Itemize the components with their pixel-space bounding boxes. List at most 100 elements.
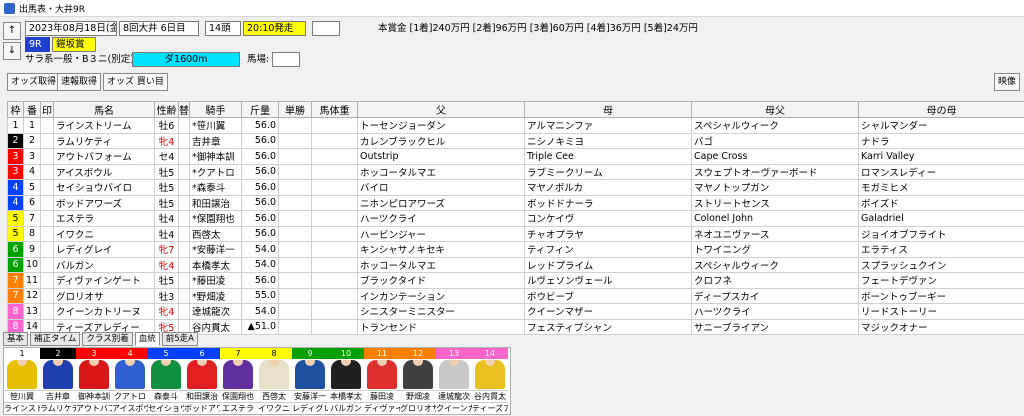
table-row[interactable]: 610バルガン牝4本橋孝太54.0ホッコータルマエレッドプライムスペシャルウィー… — [8, 257, 1024, 273]
cell-jockey: *御神本訓 — [190, 149, 242, 165]
tab-class-finish[interactable]: クラス別着 — [82, 332, 132, 346]
next-race-button[interactable]: ↓ — [3, 42, 21, 60]
silk-card[interactable]: 10本橋孝太バルガン — [328, 348, 364, 416]
cell-umaban: 3 — [24, 149, 41, 165]
cell-umaban: 5 — [24, 180, 41, 196]
cell-dam: ルヴェソンヴェール — [525, 273, 692, 289]
cell-body — [312, 180, 358, 196]
silk-card[interactable]: 9安藤洋一レディグレ — [292, 348, 328, 416]
cell-waku: 2 — [8, 133, 24, 149]
tab-adjusted-time[interactable]: 補正タイム — [30, 332, 80, 346]
video-button[interactable]: 映像 — [994, 73, 1020, 91]
cell-name: アウトバフォーム — [54, 149, 155, 165]
silk-card[interactable]: 6和田譲治ボッドアワ — [184, 348, 220, 416]
tab-last5[interactable]: 前5走A — [162, 332, 198, 346]
tab-basic[interactable]: 基本 — [3, 332, 28, 346]
prize-info: 本賞金 [1着]240万円 [2着]96万円 [3着]60万円 [4着]36万円… — [378, 21, 698, 36]
cell-jockey: *保園翔也 — [190, 211, 242, 227]
col-name[interactable]: 馬名 — [54, 102, 155, 118]
silk-horse-name: エステラ — [220, 402, 256, 414]
col-jockey[interactable]: 騎手 — [190, 102, 242, 118]
col-damsire[interactable]: 母父 — [692, 102, 859, 118]
race-nav: ↑ ↓ — [3, 22, 23, 62]
col-odds[interactable]: 単勝 — [279, 102, 312, 118]
cell-damsire: スウェプトオーヴァーボード — [692, 164, 859, 180]
cell-weight: ▲51.0 — [242, 319, 279, 335]
table-row[interactable]: 711ディヴァインゲート牡5*藤田凌56.0ブラックタイドルヴェソンヴェールクロ… — [8, 273, 1024, 289]
table-row[interactable]: 712グロリオサ牡3*野畑凌55.0インカンテーションボウビーブディープスカイボ… — [8, 288, 1024, 304]
prev-race-button[interactable]: ↑ — [3, 22, 21, 40]
silk-card[interactable]: 1笹川翼ラインスト — [4, 348, 40, 416]
cell-sexage: 牝7 — [155, 242, 179, 258]
jockey-silk-icon — [223, 360, 253, 389]
odds-buy-button[interactable]: オッズ 買い目 — [103, 73, 168, 91]
table-row[interactable]: 46ボッドアワーズ牡5和田譲治56.0ニホンピロアワーズボッドドナーラストリート… — [8, 195, 1024, 211]
silk-card[interactable]: 11藤田凌ディヴァイ — [364, 348, 400, 416]
cell-dam: クイーンマザー — [525, 304, 692, 320]
cell-change — [179, 257, 190, 273]
silk-card[interactable]: 13達城龍次クイーンカ — [436, 348, 472, 416]
cell-dam: アルマニンファ — [525, 118, 692, 134]
cell-name: バルガン — [54, 257, 155, 273]
cell-jockey: *クアトロ — [190, 164, 242, 180]
tab-pedigree[interactable]: 血統 — [135, 332, 160, 346]
silk-number: 2 — [40, 348, 76, 359]
cell-sexage: 牡4 — [155, 211, 179, 227]
cell-umaban: 8 — [24, 226, 41, 242]
cell-umaban: 13 — [24, 304, 41, 320]
cell-waku: 1 — [8, 118, 24, 134]
col-body[interactable]: 馬体重 — [312, 102, 358, 118]
jockey-silk-icon — [187, 360, 217, 389]
table-row[interactable]: 22ラムリケティ牝4吉井章56.0カレンブラックヒルニシノキミヨバゴナドラ — [8, 133, 1024, 149]
cell-body — [312, 211, 358, 227]
cell-sire: ニホンピロアワーズ — [358, 195, 525, 211]
col-weight[interactable]: 斤量 — [242, 102, 279, 118]
silk-card[interactable]: 4クアトロアイスボウ — [112, 348, 148, 416]
silk-number: 3 — [76, 348, 112, 359]
cell-odds — [279, 257, 312, 273]
cell-change — [179, 149, 190, 165]
silk-card[interactable]: 14谷内貫太ティーズア — [472, 348, 508, 416]
cell-body — [312, 226, 358, 242]
odds-fetch-button[interactable]: オッズ取得 — [7, 73, 60, 91]
cell-name: ラインストリーム — [54, 118, 155, 134]
cell-dam: フェスティブシャン — [525, 319, 692, 335]
col-umaban[interactable]: 番 — [24, 102, 41, 118]
col-sire[interactable]: 父 — [358, 102, 525, 118]
results-fetch-button[interactable]: 速報取得 — [57, 73, 101, 91]
col-dam[interactable]: 母 — [525, 102, 692, 118]
silk-card[interactable]: 12野畑凌グロリオサ — [400, 348, 436, 416]
table-row[interactable]: 58イワクニ牡4西啓太56.0ハービンジャーチャオプラヤネオユニヴァースジョイオ… — [8, 226, 1024, 242]
col-sexage[interactable]: 性齢 — [155, 102, 179, 118]
silk-jockey-name: 森泰斗 — [148, 390, 184, 402]
jockey-silk-icon — [367, 360, 397, 389]
cell-waku: 3 — [8, 164, 24, 180]
col-mark[interactable]: 印 — [41, 102, 54, 118]
cell-dam: マヤノボルカ — [525, 180, 692, 196]
cell-sire: ホッコータルマエ — [358, 257, 525, 273]
table-row[interactable]: 69レディグレイ牝7*安藤洋一54.0キンシャサノキセキティフィントワイニングエ… — [8, 242, 1024, 258]
jockey-silk-icon — [295, 360, 325, 389]
silk-card[interactable]: 5森泰斗セイショウ — [148, 348, 184, 416]
table-row[interactable]: 813クイーンカトリーヌ牝4達城龍次54.0シニスターミニスタークイーンマザーハ… — [8, 304, 1024, 320]
cell-sire: シニスターミニスター — [358, 304, 525, 320]
table-row[interactable]: 57エステラ牡4*保園翔也56.0ハーツクライコンケイヴColonel John… — [8, 211, 1024, 227]
table-row[interactable]: 33アウトバフォームセ4*御神本訓56.0OutstripTriple CeeC… — [8, 149, 1024, 165]
cell-damdam: ボーントゥブーギー — [859, 288, 1024, 304]
silk-card[interactable]: 3御神本訓アウトバフ — [76, 348, 112, 416]
col-damdam[interactable]: 母の母 — [859, 102, 1024, 118]
table-row[interactable]: 45セイショウバイロ牡5*森泰斗56.0バイロマヤノボルカマヤノトップガンモガミ… — [8, 180, 1024, 196]
cell-sire: ハービンジャー — [358, 226, 525, 242]
silk-card[interactable]: 8西啓太イワクニ — [256, 348, 292, 416]
race-number: 9R — [25, 37, 50, 52]
silk-jockey-name: 野畑凌 — [400, 390, 436, 402]
silk-number: 13 — [436, 348, 472, 359]
cell-damdam: ナドラ — [859, 133, 1024, 149]
table-row[interactable]: 11ラインストリーム牡6*笹川翼56.0トーセンジョーダンアルマニンファスペシャ… — [8, 118, 1024, 134]
col-change[interactable]: 替 — [179, 102, 190, 118]
silk-card[interactable]: 7保園翔也エステラ — [220, 348, 256, 416]
col-waku[interactable]: 枠 — [8, 102, 24, 118]
silk-card[interactable]: 2吉井章ラムリケテ — [40, 348, 76, 416]
table-row[interactable]: 34アイスボウル牡5*クアトロ56.0ホッコータルマエラブミークリームスウェプト… — [8, 164, 1024, 180]
cell-waku: 7 — [8, 288, 24, 304]
